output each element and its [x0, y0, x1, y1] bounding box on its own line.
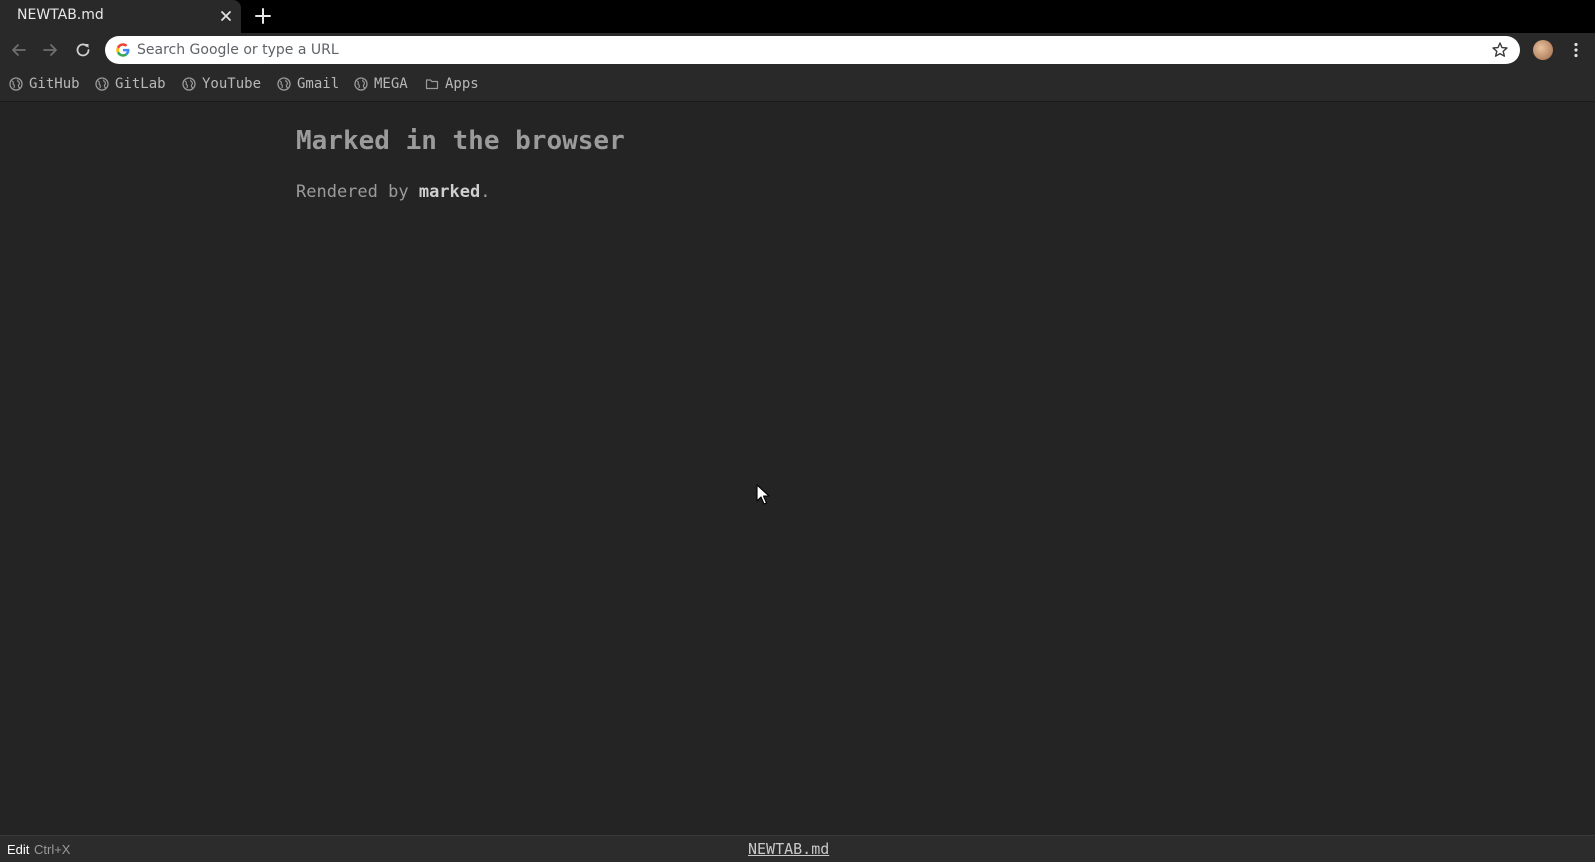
reload-icon[interactable]: [73, 40, 93, 60]
globe-icon: [9, 77, 23, 91]
paragraph-strong: marked: [418, 182, 481, 202]
kebab-menu-icon[interactable]: [1566, 40, 1586, 60]
bookmark-mega[interactable]: MEGA: [354, 75, 408, 93]
bookmark-label: Apps: [445, 76, 479, 92]
bookmark-label: MEGA: [374, 76, 408, 92]
paragraph-suffix: .: [480, 182, 491, 202]
google-icon: [116, 43, 130, 57]
page-heading: Marked in the browser: [296, 126, 625, 156]
bookmark-star-icon[interactable]: [1491, 41, 1509, 59]
omnibox-input[interactable]: [137, 36, 1467, 64]
page-paragraph: Rendered by marked.: [296, 182, 491, 202]
tab-strip: NEWTAB.md: [0, 0, 1595, 33]
page-content: Marked in the browser Rendered by marked…: [0, 102, 1595, 835]
bookmark-apps[interactable]: Apps: [425, 75, 479, 93]
back-arrow-icon[interactable]: [9, 40, 29, 60]
forward-arrow-icon[interactable]: [40, 40, 60, 60]
bookmark-label: YouTube: [202, 76, 262, 92]
folder-icon: [425, 79, 439, 90]
bookmark-label: Gmail: [297, 76, 340, 92]
tab-newtab[interactable]: NEWTAB.md: [0, 0, 241, 33]
profile-avatar[interactable]: [1533, 40, 1553, 60]
new-tab-icon[interactable]: [253, 6, 273, 26]
toolbar: [0, 33, 1595, 67]
bookmark-label: GitLab: [115, 76, 166, 92]
globe-icon: [95, 77, 109, 91]
bookmark-gitlab[interactable]: GitLab: [95, 75, 166, 93]
mouse-cursor-icon: [756, 484, 770, 505]
bookmark-youtube[interactable]: YouTube: [182, 75, 261, 93]
bookmark-gmail[interactable]: Gmail: [277, 75, 339, 93]
globe-icon: [354, 77, 368, 91]
omnibox[interactable]: [105, 36, 1520, 64]
globe-icon: [277, 77, 291, 91]
edit-shortcut: Ctrl+X: [34, 842, 71, 857]
paragraph-prefix: Rendered by: [296, 182, 419, 202]
bookmarks-bar: GitHub GitLab YouTube Gmail MEGA Apps: [0, 67, 1595, 102]
tab-title: NEWTAB.md: [17, 7, 104, 23]
edit-button[interactable]: Edit: [7, 842, 29, 857]
bookmark-label: GitHub: [29, 76, 80, 92]
status-bar: Edit Ctrl+X NEWTAB.md: [0, 835, 1595, 862]
bookmark-github[interactable]: GitHub: [9, 75, 80, 93]
file-link[interactable]: NEWTAB.md: [748, 840, 829, 858]
close-icon[interactable]: [217, 7, 235, 25]
globe-icon: [182, 77, 196, 91]
